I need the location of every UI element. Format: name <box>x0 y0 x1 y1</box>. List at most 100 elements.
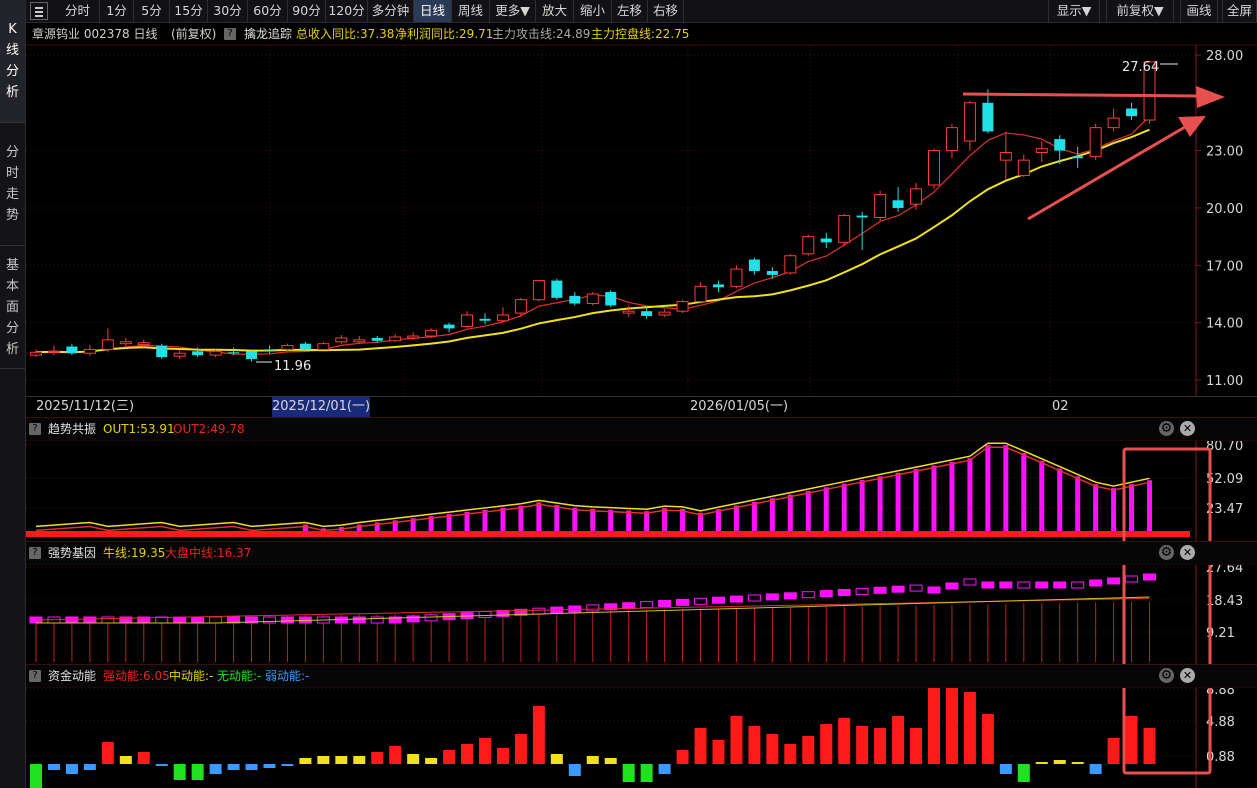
candle-body-15 <box>299 343 311 350</box>
tab-fundamentals[interactable]: 基本面分析 <box>0 246 25 369</box>
y-tick-0: 28.00 <box>1206 49 1243 64</box>
candle-body-62 <box>1143 61 1156 121</box>
candle-19 <box>371 336 383 343</box>
panel1-bar-53 <box>985 445 991 531</box>
panel2-box-45 <box>837 589 851 596</box>
panel2-box-0 <box>29 616 43 624</box>
toolbar-item-5[interactable]: 60分 <box>248 0 288 22</box>
panel3-name: 资金动能 <box>48 669 97 683</box>
candle-body-21 <box>407 335 420 339</box>
panel2-box-23 <box>442 613 456 621</box>
toolbar-item-10[interactable]: 周线 <box>452 0 490 22</box>
y-tick-1: 23.00 <box>1206 145 1243 160</box>
candle-body-10 <box>209 350 222 356</box>
toolbar-item-7[interactable]: 120分 <box>326 0 368 22</box>
candle-23 <box>443 322 455 333</box>
panel2-box-55 <box>1017 581 1031 589</box>
panel2-box-51 <box>945 582 959 590</box>
tab-intraday-label: 分时走势 <box>5 145 19 223</box>
toolbar-item-2[interactable]: 5分 <box>134 0 170 22</box>
panel2-gear-icon[interactable]: ⚙ <box>1159 545 1174 560</box>
panel3-y-tick-1: 4.88 <box>1206 715 1235 730</box>
panel2-box-9 <box>191 616 205 624</box>
candle-17 <box>335 335 348 344</box>
panel1-out2-line <box>35 446 1150 532</box>
panel3-bar-55 <box>1017 764 1030 782</box>
toolbar-item-4[interactable]: 30分 <box>208 0 248 22</box>
panel1-bar-45 <box>841 483 847 531</box>
candle-46 <box>856 211 868 250</box>
panel3-gear-icon[interactable]: ⚙ <box>1159 668 1174 683</box>
toolbar-right-item-0[interactable]: 显示▼ <box>1048 0 1100 22</box>
panel1-y-tick-0: 80.70 <box>1206 439 1243 454</box>
candle-14 <box>281 343 294 352</box>
candle-39 <box>730 265 743 289</box>
toolbar-item-12[interactable]: 放大 <box>536 0 574 22</box>
toolbar-item-8[interactable]: 多分钟 <box>368 0 414 22</box>
ma-long-line <box>35 128 1150 354</box>
tab-intraday[interactable]: 分时走势 <box>0 123 25 246</box>
toolbar-right-item-1[interactable]: 前复权▼ <box>1106 0 1174 22</box>
panel2-box-19 <box>370 616 384 624</box>
panel2-box-43 <box>801 591 815 599</box>
arrow-diagonal-line <box>1027 125 1186 221</box>
toolbar-item-11[interactable]: 更多▼ <box>490 0 536 22</box>
toolbar-item-3[interactable]: 15分 <box>170 0 208 22</box>
toolbar-right-item-3[interactable]: 全屏 <box>1222 0 1257 22</box>
candle-body-35 <box>658 311 671 316</box>
toolbar-item-15[interactable]: 右移 <box>648 0 684 22</box>
toolbar-item-0[interactable]: 分时 <box>56 0 100 22</box>
panel2-box-50 <box>927 586 941 594</box>
candle-61 <box>1126 102 1138 120</box>
toolbar-right-item-2[interactable]: 画线 <box>1180 0 1218 22</box>
panel3-bar-31 <box>586 756 599 764</box>
candle-20 <box>389 334 402 342</box>
panel3-bar-27 <box>514 734 527 764</box>
menu-icon[interactable] <box>30 2 48 20</box>
toolbar-item-9[interactable]: 日线 <box>414 0 452 22</box>
info-line: 章源钨业 002378 日线 (前复权) ? 擒龙追踪 总收入同比:37.38 … <box>26 23 1257 45</box>
candle-30 <box>569 292 581 306</box>
candle-body-45 <box>838 215 851 243</box>
panel1-bar-49 <box>913 469 919 531</box>
panel3-header: ? 资金动能 强动能:6.05 中动能:- 无动能:- 弱动能:- ⚙ ✕ <box>26 664 1257 688</box>
panel1-bar-28 <box>536 502 542 531</box>
panel1-close-icon[interactable]: ✕ <box>1180 421 1195 436</box>
candle-36 <box>676 299 689 314</box>
toolbar-item-14[interactable]: 左移 <box>612 0 648 22</box>
panel1-gear-icon[interactable]: ⚙ <box>1159 421 1174 436</box>
ma-short-line <box>35 115 1150 355</box>
candle-26 <box>496 307 509 323</box>
panel3-bar-13 <box>263 764 276 768</box>
toolbar-item-1[interactable]: 1分 <box>100 0 134 22</box>
candle-body-44 <box>820 238 832 243</box>
candle-0 <box>30 349 42 358</box>
panel2-box-30 <box>568 605 582 613</box>
toolbar-item-6[interactable]: 90分 <box>288 0 326 22</box>
panel2-close-icon[interactable]: ✕ <box>1180 545 1195 560</box>
candle-32 <box>605 290 617 308</box>
candle-40 <box>748 257 760 275</box>
panel2-box-32 <box>604 603 618 611</box>
tab-k-line-analysis[interactable]: K线分析 <box>0 0 25 123</box>
date-axis: 2025/11/12(三) 2025/12/01(一) 2026/01/05(一… <box>26 396 1257 417</box>
panel1-bar-29 <box>554 505 560 531</box>
panel2-box-34 <box>640 601 654 609</box>
candle-body-40 <box>748 259 760 272</box>
candle-body-16 <box>317 343 330 350</box>
panel1-bar-17 <box>338 527 344 531</box>
panel3-close-icon[interactable]: ✕ <box>1180 668 1195 683</box>
toolbar-item-13[interactable]: 缩小 <box>574 0 612 22</box>
panel2-box-22 <box>424 614 438 622</box>
panel1-bar-39 <box>733 505 739 531</box>
panel2-box-24 <box>460 612 474 620</box>
panel3-bar-28 <box>532 706 545 764</box>
stock-chart-app: K线分析 分时走势 基本面分析 分时 1分 5分 15分 30分 60分 90分 120分 多分… <box>0 0 1257 788</box>
panel2-box-47 <box>873 586 887 594</box>
panel3-bar-15 <box>299 758 312 764</box>
panel1-bar-55 <box>1021 453 1027 531</box>
panel2-box-56 <box>1035 581 1049 589</box>
panel1-name: 趋势共振 <box>48 422 97 436</box>
candle-body-34 <box>641 311 653 316</box>
panel1-bar-57 <box>1057 468 1063 531</box>
